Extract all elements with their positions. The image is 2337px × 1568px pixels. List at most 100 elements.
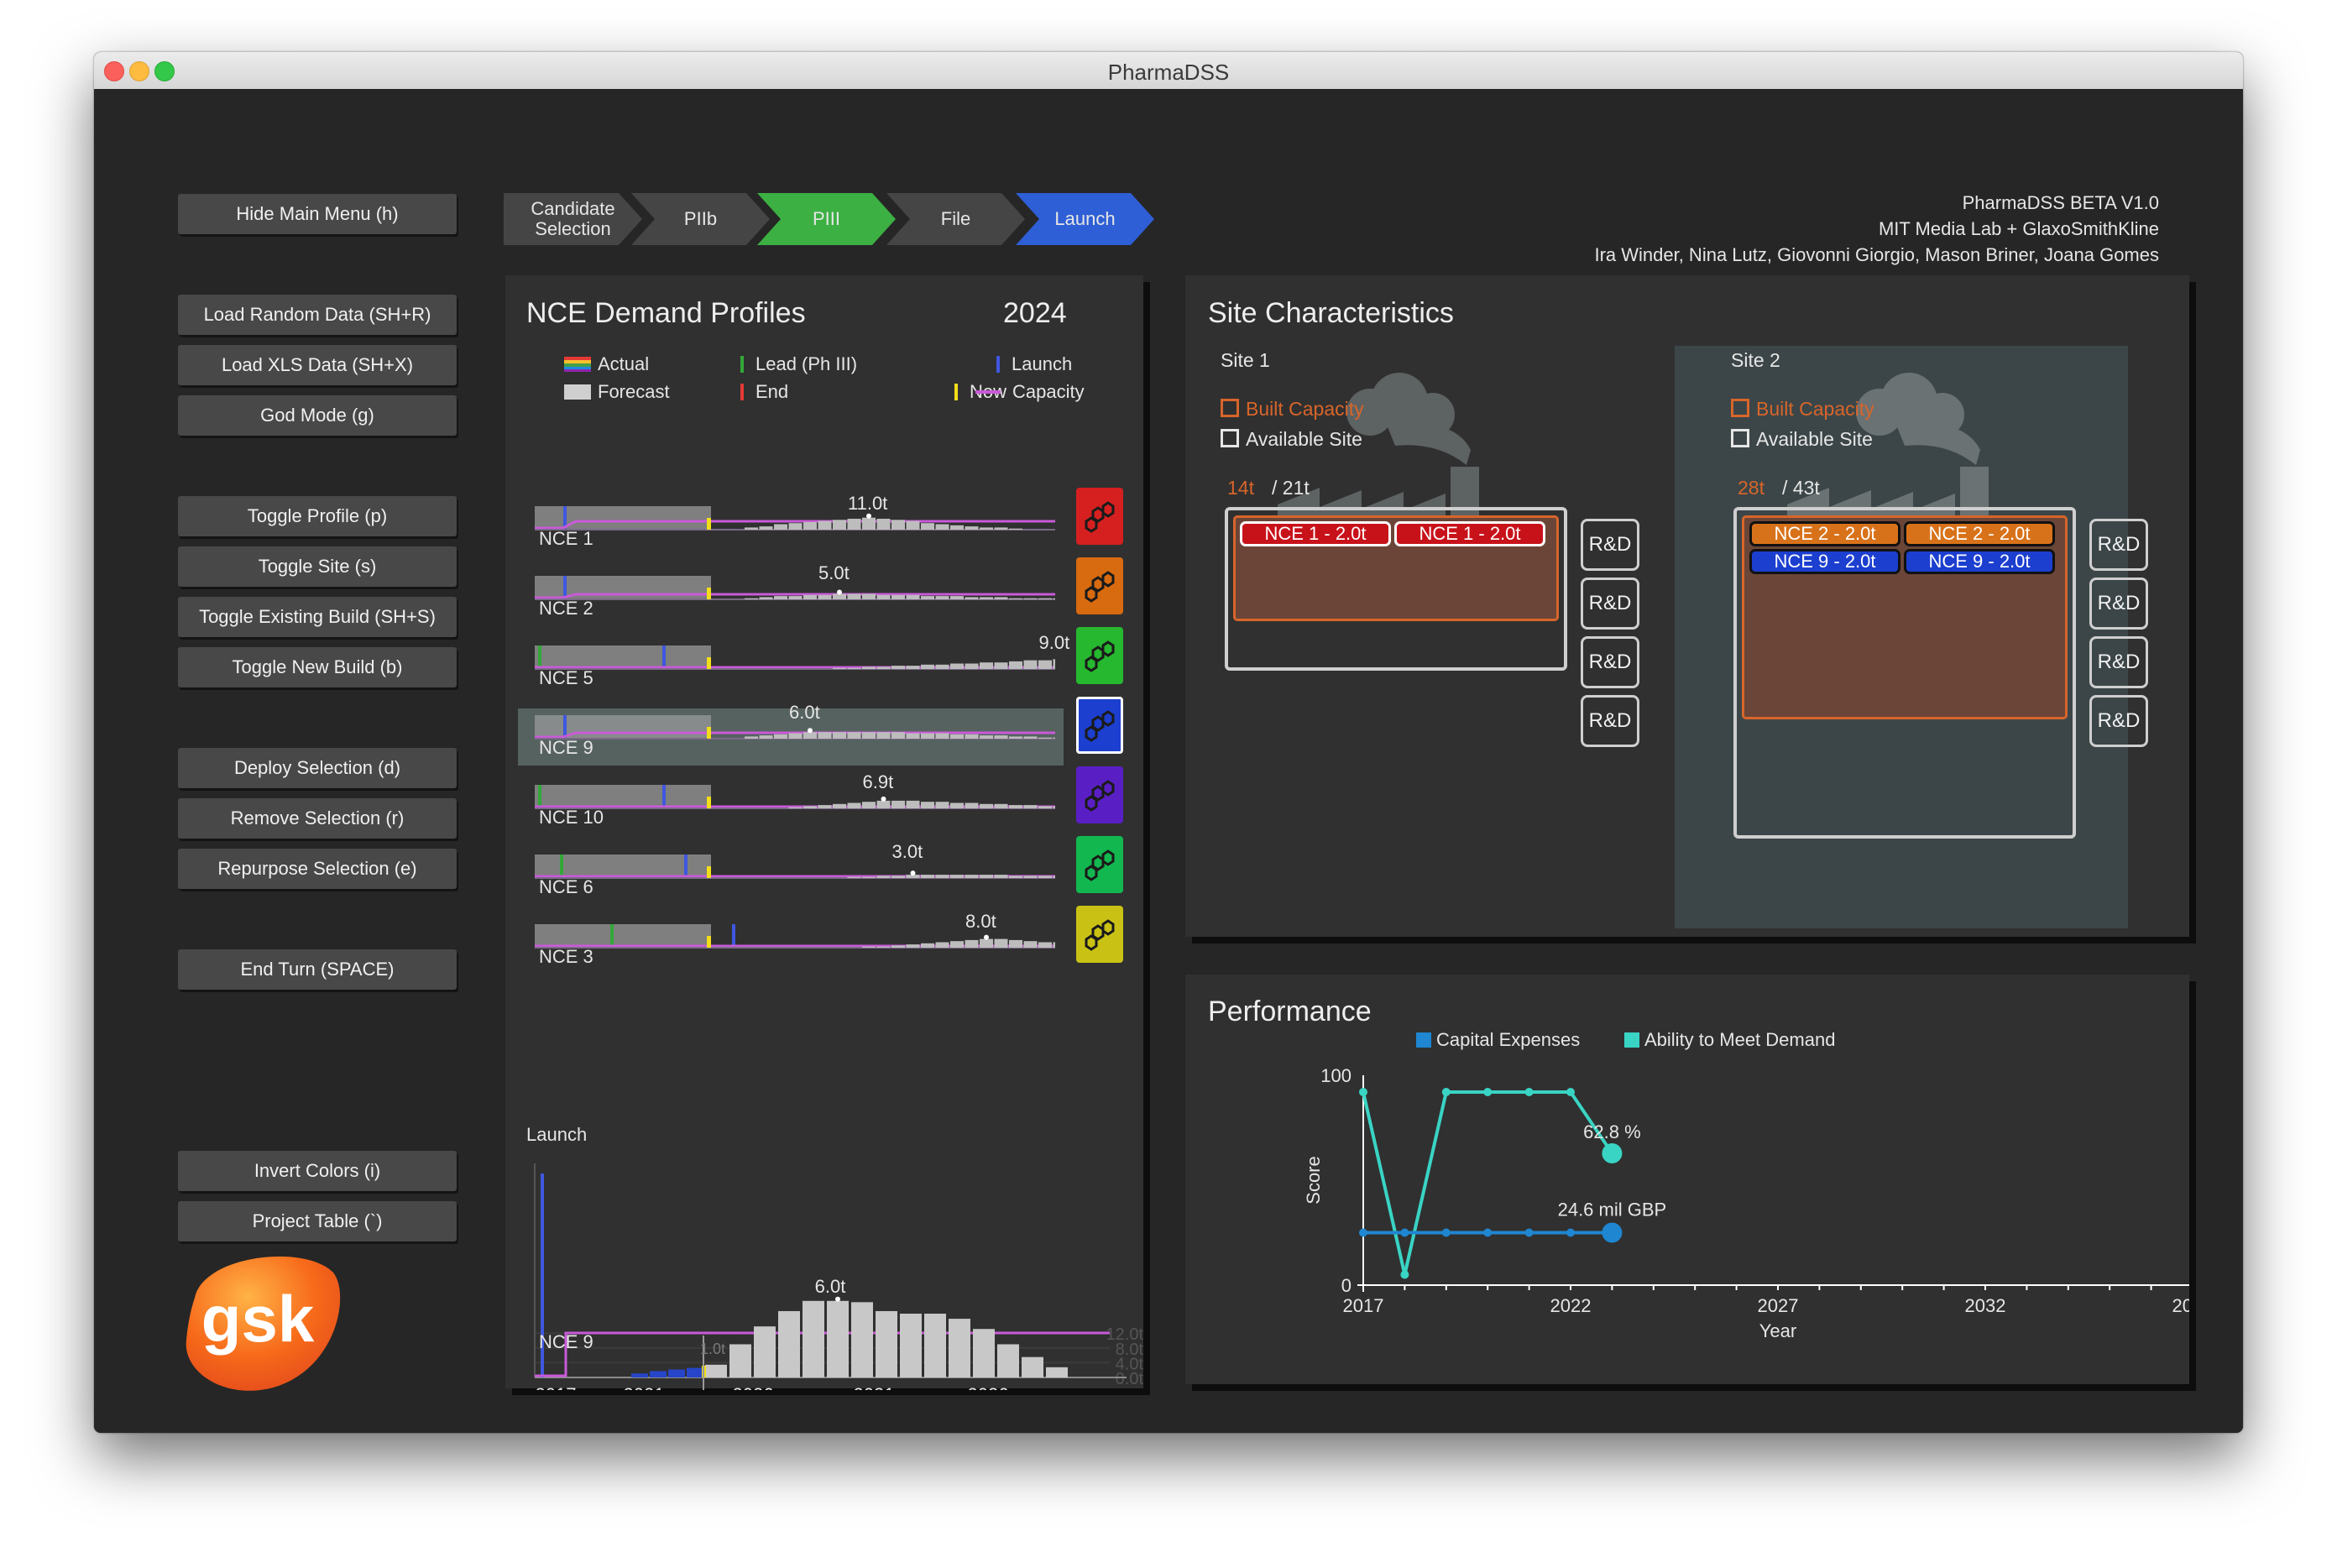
site-2-rnd-button[interactable]: R&D — [2089, 578, 2148, 630]
demand-bar — [1053, 875, 1067, 878]
demand-bar — [921, 733, 934, 739]
site-2-slot[interactable]: NCE 9 - 2.0t — [1749, 549, 1900, 574]
demand-bar — [876, 666, 891, 669]
molecule-icon[interactable] — [1076, 836, 1123, 893]
demand-bar — [921, 664, 934, 669]
demand-bar — [906, 520, 920, 530]
performance-x-tick: 2022 — [1550, 1295, 1592, 1316]
demand-bar — [906, 944, 920, 948]
toggle-new-build-button[interactable]: Toggle New Build (b) — [178, 647, 457, 687]
site-2-slot[interactable]: NCE 2 - 2.0t — [1904, 521, 2055, 546]
site-1-rnd-button[interactable]: R&D — [1581, 519, 1639, 571]
demand-bar — [891, 800, 905, 808]
project-table-button[interactable]: Project Table (`) — [178, 1201, 457, 1241]
molecule-icon[interactable] — [1076, 697, 1123, 754]
repurpose-selection-button[interactable]: Repurpose Selection (e) — [178, 849, 457, 889]
molecule-icon-glyph — [1085, 571, 1115, 603]
molecule-icon[interactable] — [1076, 906, 1123, 963]
demand-bar — [876, 594, 891, 599]
demand-bar — [950, 596, 964, 599]
hide-main-menu-button[interactable]: Hide Main Menu (h) — [178, 194, 457, 234]
demand-profile-row[interactable] — [535, 775, 1067, 825]
phase-step[interactable]: Launch — [1016, 193, 1154, 245]
demand-bar — [1023, 660, 1038, 669]
legend-end-swatch — [740, 384, 744, 400]
legend-demand-swatch — [1624, 1032, 1639, 1048]
demand-profile-row[interactable] — [535, 566, 1067, 616]
phase-step[interactable]: PIIb — [631, 193, 770, 245]
credits: PharmaDSS BETA V1.0 MIT Media Lab + Glax… — [1594, 190, 2159, 268]
site-1-rnd-button[interactable]: R&D — [1581, 636, 1639, 688]
demand-bar — [1023, 736, 1038, 739]
demand-point — [1602, 1143, 1623, 1163]
demand-bar — [1009, 528, 1022, 530]
demand-bar — [876, 800, 891, 808]
deploy-selection-button[interactable]: Deploy Selection (d) — [178, 748, 457, 788]
demand-bar — [891, 520, 905, 530]
toggle-profile-button[interactable]: Toggle Profile (p) — [178, 496, 457, 536]
load-random-data-button[interactable]: Load Random Data (SH+R) — [178, 295, 457, 335]
site-2-slot[interactable]: NCE 2 - 2.0t — [1749, 521, 1900, 546]
demand-profile-row[interactable] — [535, 496, 1055, 546]
launch-forecast-bar — [803, 1300, 824, 1377]
toggle-existing-build-button[interactable]: Toggle Existing Build (SH+S) — [178, 597, 457, 637]
app-content: Hide Main Menu (h) Load Random Data (SH+… — [94, 89, 2243, 1433]
molecule-icon[interactable] — [1076, 627, 1123, 684]
demand-point — [1566, 1088, 1575, 1096]
end-turn-button[interactable]: End Turn (SPACE) — [178, 949, 457, 990]
capex-value-label: 24.6 mil GBP — [1558, 1200, 1667, 1220]
demand-bar — [1023, 805, 1038, 808]
launch-peak-label: 6.0t — [815, 1276, 846, 1297]
demand-profile-sparkline — [535, 506, 1055, 531]
demand-point — [1359, 1088, 1367, 1096]
phase-step[interactable]: PIII — [757, 193, 896, 245]
molecule-icon[interactable] — [1076, 488, 1123, 545]
demand-bar — [876, 946, 891, 948]
molecule-icon[interactable] — [1076, 766, 1123, 823]
site-2-rnd-button[interactable]: R&D — [2089, 636, 2148, 688]
molecule-icon[interactable] — [1076, 557, 1123, 614]
demand-bar — [935, 524, 949, 530]
invert-colors-button[interactable]: Invert Colors (i) — [178, 1151, 457, 1191]
load-xls-data-button[interactable]: Load XLS Data (SH+X) — [178, 345, 457, 385]
site-2-rnd-button[interactable]: R&D — [2089, 695, 2148, 747]
phase-step[interactable]: File — [886, 193, 1025, 245]
window-title: PharmaDSS — [1107, 60, 1230, 85]
demand-bar — [1009, 805, 1022, 808]
site-2-rnd-button[interactable]: R&D — [2089, 519, 2148, 571]
legend-capital-expenses: Capital Expenses — [1416, 1029, 1580, 1051]
demand-bar — [950, 941, 964, 948]
site-1-slot[interactable]: NCE 1 - 2.0t — [1394, 521, 1545, 546]
demand-profile-row[interactable] — [535, 635, 1067, 686]
site-1-slot[interactable]: NCE 1 - 2.0t — [1240, 521, 1391, 546]
demand-bar — [921, 596, 934, 599]
app-window: PharmaDSS Hide Main Menu (h) Load Random… — [94, 52, 2243, 1433]
site-1-rnd-button[interactable]: R&D — [1581, 695, 1639, 747]
toggle-site-button[interactable]: Toggle Site (s) — [178, 546, 457, 587]
demand-bar — [847, 876, 861, 878]
demand-bar — [833, 803, 846, 808]
site-1-built-legend: Built Capacity — [1221, 398, 1364, 421]
site-2-slot[interactable]: NCE 9 - 2.0t — [1904, 549, 2055, 574]
legend-now-swatch — [954, 384, 958, 400]
demand-bar — [847, 519, 861, 530]
launch-forecast-bar — [997, 1344, 1019, 1377]
remove-selection-button[interactable]: Remove Selection (r) — [178, 798, 457, 839]
demand-bar — [994, 597, 1008, 599]
demand-bar — [1053, 806, 1067, 808]
demand-bar — [965, 663, 979, 669]
site-2-built-value: 28t — [1738, 477, 1765, 499]
built-capacity-swatch — [1221, 399, 1239, 417]
demand-bar — [965, 597, 979, 599]
god-mode-button[interactable]: God Mode (g) — [178, 395, 457, 436]
phase-step[interactable]: Candidate Selection — [504, 193, 642, 245]
gsk-logo: gsk — [178, 1247, 346, 1394]
launch-forecast-bar — [949, 1319, 970, 1377]
legend-lead-swatch — [740, 356, 744, 373]
site-1-rnd-button[interactable]: R&D — [1581, 578, 1639, 630]
legend-end-label: End — [755, 381, 789, 402]
launch-x-tick: 2036 — [968, 1384, 1009, 1390]
demand-profile-row[interactable] — [535, 844, 1067, 895]
launch-forecast-bar — [973, 1329, 995, 1377]
demand-bar — [788, 733, 803, 739]
